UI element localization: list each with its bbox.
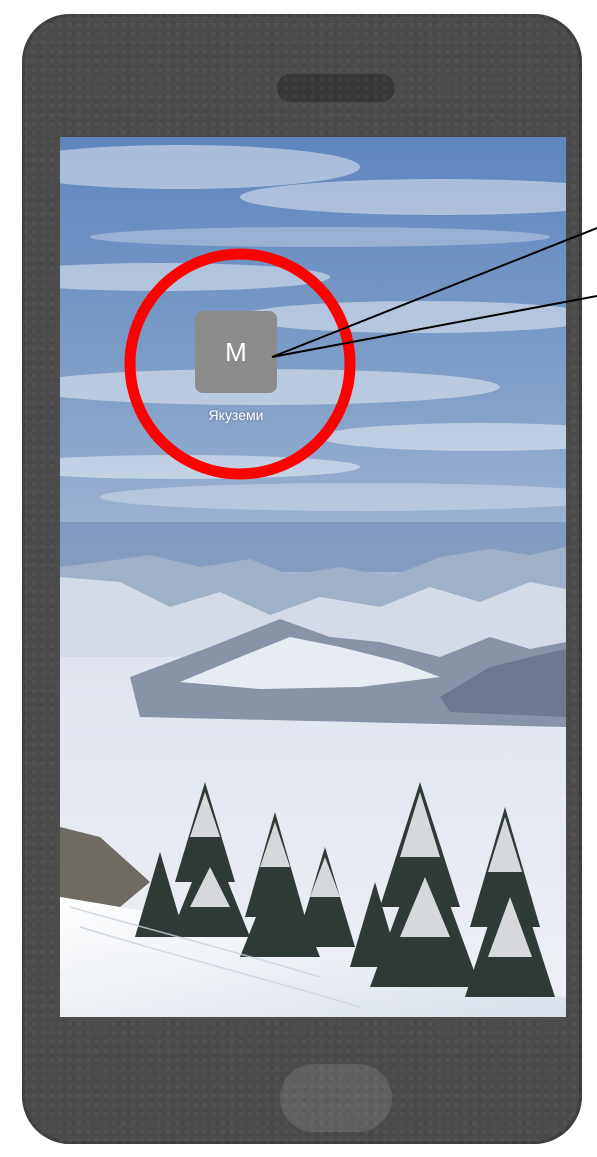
- mountain-wallpaper: [60, 137, 566, 1017]
- phone-screen: M Якуземи: [60, 137, 566, 1017]
- app-label: Якуземи: [208, 407, 264, 423]
- app-icon-m[interactable]: M: [195, 311, 277, 393]
- app-icon-letter: M: [225, 336, 247, 367]
- illustration: M Якуземи: [0, 0, 597, 1157]
- speaker-slot: [277, 74, 395, 102]
- home-button[interactable]: [280, 1064, 392, 1132]
